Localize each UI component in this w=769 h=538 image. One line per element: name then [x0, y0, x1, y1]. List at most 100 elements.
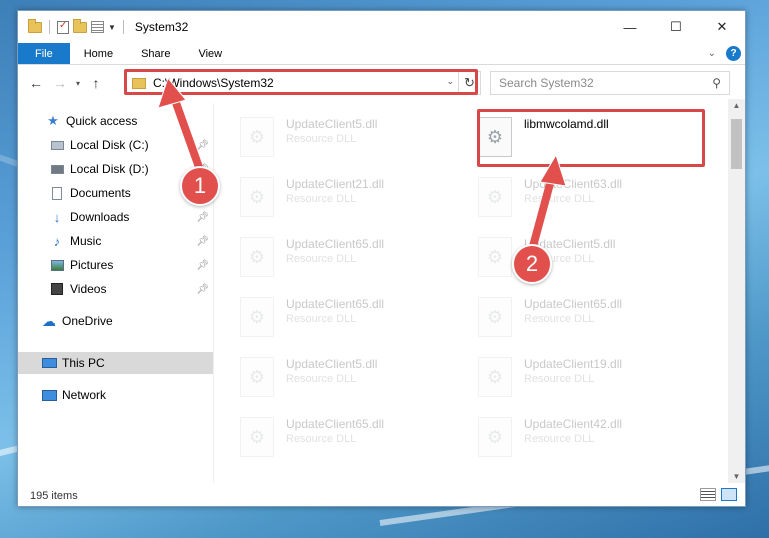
- window-title: System32: [134, 20, 189, 34]
- properties-check-icon[interactable]: [57, 20, 69, 34]
- item-count: 195 items: [30, 489, 78, 502]
- step-2-badge: 2: [512, 244, 552, 284]
- nav-item-label: Local Disk (C:): [70, 138, 149, 152]
- nav-item-local-disk-c[interactable]: Local Disk (C:) 📌︎: [18, 134, 213, 156]
- dll-file-icon: ⚙: [478, 417, 512, 457]
- file-name: UpdateClient5.dll: [286, 357, 378, 371]
- navigation-pane: ★ Quick access Local Disk (C:) 📌︎ Local …: [18, 103, 213, 481]
- dll-file-icon: ⚙: [240, 357, 274, 397]
- address-row: ← → ▾ ↑ C:\Windows\System32 ⌄ ↻ Search S…: [18, 67, 745, 99]
- ribbon-tabs: File Home Share View ⌄ ?: [18, 43, 745, 65]
- file-item[interactable]: ⚙ UpdateClient21.dll Resource DLL: [240, 173, 460, 223]
- search-icon[interactable]: ⚲: [712, 76, 721, 90]
- vertical-scrollbar[interactable]: ▲ ▼: [728, 99, 745, 483]
- nav-item-downloads[interactable]: ↓ Downloads 📌︎: [18, 206, 213, 228]
- help-icon[interactable]: ?: [726, 46, 741, 61]
- step-1-badge: 1: [180, 166, 220, 206]
- nav-item-videos[interactable]: Videos 📌︎: [18, 278, 213, 300]
- tab-home[interactable]: Home: [70, 43, 127, 64]
- dll-file-icon: ⚙: [478, 177, 512, 217]
- nav-item-onedrive[interactable]: ☁ OneDrive: [18, 310, 213, 332]
- folder-icon: [28, 18, 42, 33]
- back-arrow-icon[interactable]: ←: [24, 75, 48, 91]
- recent-locations-chevron-icon[interactable]: ▾: [72, 79, 84, 88]
- file-name: UpdateClient42.dll: [524, 417, 623, 431]
- scroll-thumb[interactable]: [731, 119, 742, 169]
- pin-icon: 📌︎: [196, 139, 209, 151]
- dll-file-icon: ⚙: [478, 237, 512, 277]
- divider: [49, 20, 50, 34]
- tab-view[interactable]: View: [184, 43, 236, 64]
- tab-file[interactable]: File: [18, 43, 70, 64]
- nav-item-label: Downloads: [70, 210, 130, 224]
- file-item[interactable]: ⚙ UpdateClient5.dll Resource DLL: [240, 353, 460, 403]
- title-bar: ▼ System32 — ☐ ✕: [18, 11, 745, 43]
- file-type: Resource DLL: [286, 433, 357, 445]
- file-item[interactable]: ⚙ UpdateClient19.dll Resource DLL: [478, 353, 698, 403]
- dll-file-icon: ⚙: [478, 297, 512, 337]
- file-type: Resource DLL: [286, 133, 357, 145]
- nav-item-label: Videos: [70, 282, 107, 296]
- file-name: UpdateClient19.dll: [524, 357, 623, 371]
- pin-icon: 📌︎: [196, 283, 209, 295]
- file-item[interactable]: ⚙ UpdateClient65.dll Resource DLL: [240, 413, 460, 463]
- nav-item-label: OneDrive: [62, 314, 113, 328]
- document-icon: [52, 186, 62, 200]
- file-name: UpdateClient65.dll: [524, 297, 623, 311]
- dll-file-icon: ⚙: [240, 297, 274, 337]
- file-item[interactable]: ⚙ UpdateClient63.dll Resource DLL: [478, 173, 698, 223]
- nav-item-label: Local Disk (D:): [70, 162, 149, 176]
- computer-icon: [41, 358, 57, 368]
- file-type: Resource DLL: [286, 253, 357, 265]
- file-type: Resource DLL: [286, 193, 357, 205]
- large-icons-view-icon[interactable]: [721, 488, 737, 501]
- search-input[interactable]: Search System32 ⚲: [490, 71, 730, 95]
- disk-icon: [50, 140, 64, 150]
- file-name: UpdateClient63.dll: [524, 177, 623, 191]
- details-view-icon[interactable]: [700, 488, 716, 501]
- forward-arrow-icon[interactable]: →: [48, 75, 72, 91]
- new-folder-icon[interactable]: [73, 18, 87, 33]
- expand-ribbon-chevron-icon[interactable]: ⌄: [708, 48, 716, 59]
- explorer-window: ▼ System32 — ☐ ✕ File Home Share View ⌄ …: [17, 10, 746, 507]
- network-icon: [41, 389, 57, 401]
- nav-item-label: Documents: [70, 186, 131, 200]
- star-icon: ★: [47, 113, 59, 128]
- file-item[interactable]: ⚙ UpdateClient5.dll Resource DLL: [478, 233, 698, 283]
- minimize-button[interactable]: —: [607, 11, 653, 43]
- disk-icon: [50, 164, 64, 174]
- quick-access-toolbar: ▼: [28, 18, 127, 34]
- customize-dropdown-icon[interactable]: ▼: [108, 23, 116, 32]
- file-item[interactable]: ⚙ UpdateClient42.dll Resource DLL: [478, 413, 698, 463]
- scroll-down-icon[interactable]: ▼: [728, 472, 745, 481]
- scroll-up-icon[interactable]: ▲: [728, 101, 745, 110]
- nav-item-quick-access[interactable]: ★ Quick access: [18, 110, 213, 132]
- maximize-button[interactable]: ☐: [653, 11, 699, 43]
- file-item[interactable]: ⚙ UpdateClient65.dll Resource DLL: [478, 293, 698, 343]
- divider: [122, 20, 124, 34]
- music-icon: ♪: [53, 233, 61, 249]
- nav-item-music[interactable]: ♪ Music 📌︎: [18, 230, 213, 252]
- file-item[interactable]: ⚙ UpdateClient65.dll Resource DLL: [240, 293, 460, 343]
- file-highlight-box: [477, 109, 705, 167]
- nav-item-label: Pictures: [70, 258, 114, 272]
- file-item[interactable]: ⚙ UpdateClient65.dll Resource DLL: [240, 233, 460, 283]
- file-name: UpdateClient65.dll: [286, 297, 385, 311]
- nav-item-pictures[interactable]: Pictures 📌︎: [18, 254, 213, 276]
- properties-icon[interactable]: [91, 21, 104, 33]
- tab-share[interactable]: Share: [127, 43, 184, 64]
- nav-item-label: Music: [70, 234, 102, 248]
- file-item[interactable]: ⚙ UpdateClient5.dll Resource DLL: [240, 113, 460, 163]
- up-arrow-icon[interactable]: ↑: [84, 75, 108, 91]
- nav-item-label: This PC: [62, 356, 105, 370]
- address-highlight-box: [124, 69, 478, 95]
- file-name: UpdateClient65.dll: [286, 237, 385, 251]
- pin-icon: 📌︎: [196, 259, 209, 271]
- dll-file-icon: ⚙: [240, 177, 274, 217]
- file-name: UpdateClient5.dll: [286, 117, 378, 131]
- close-button[interactable]: ✕: [699, 11, 745, 43]
- nav-item-this-pc[interactable]: This PC: [18, 352, 213, 374]
- nav-item-network[interactable]: Network: [18, 384, 213, 406]
- dll-file-icon: ⚙: [240, 237, 274, 277]
- pictures-icon: [50, 259, 64, 271]
